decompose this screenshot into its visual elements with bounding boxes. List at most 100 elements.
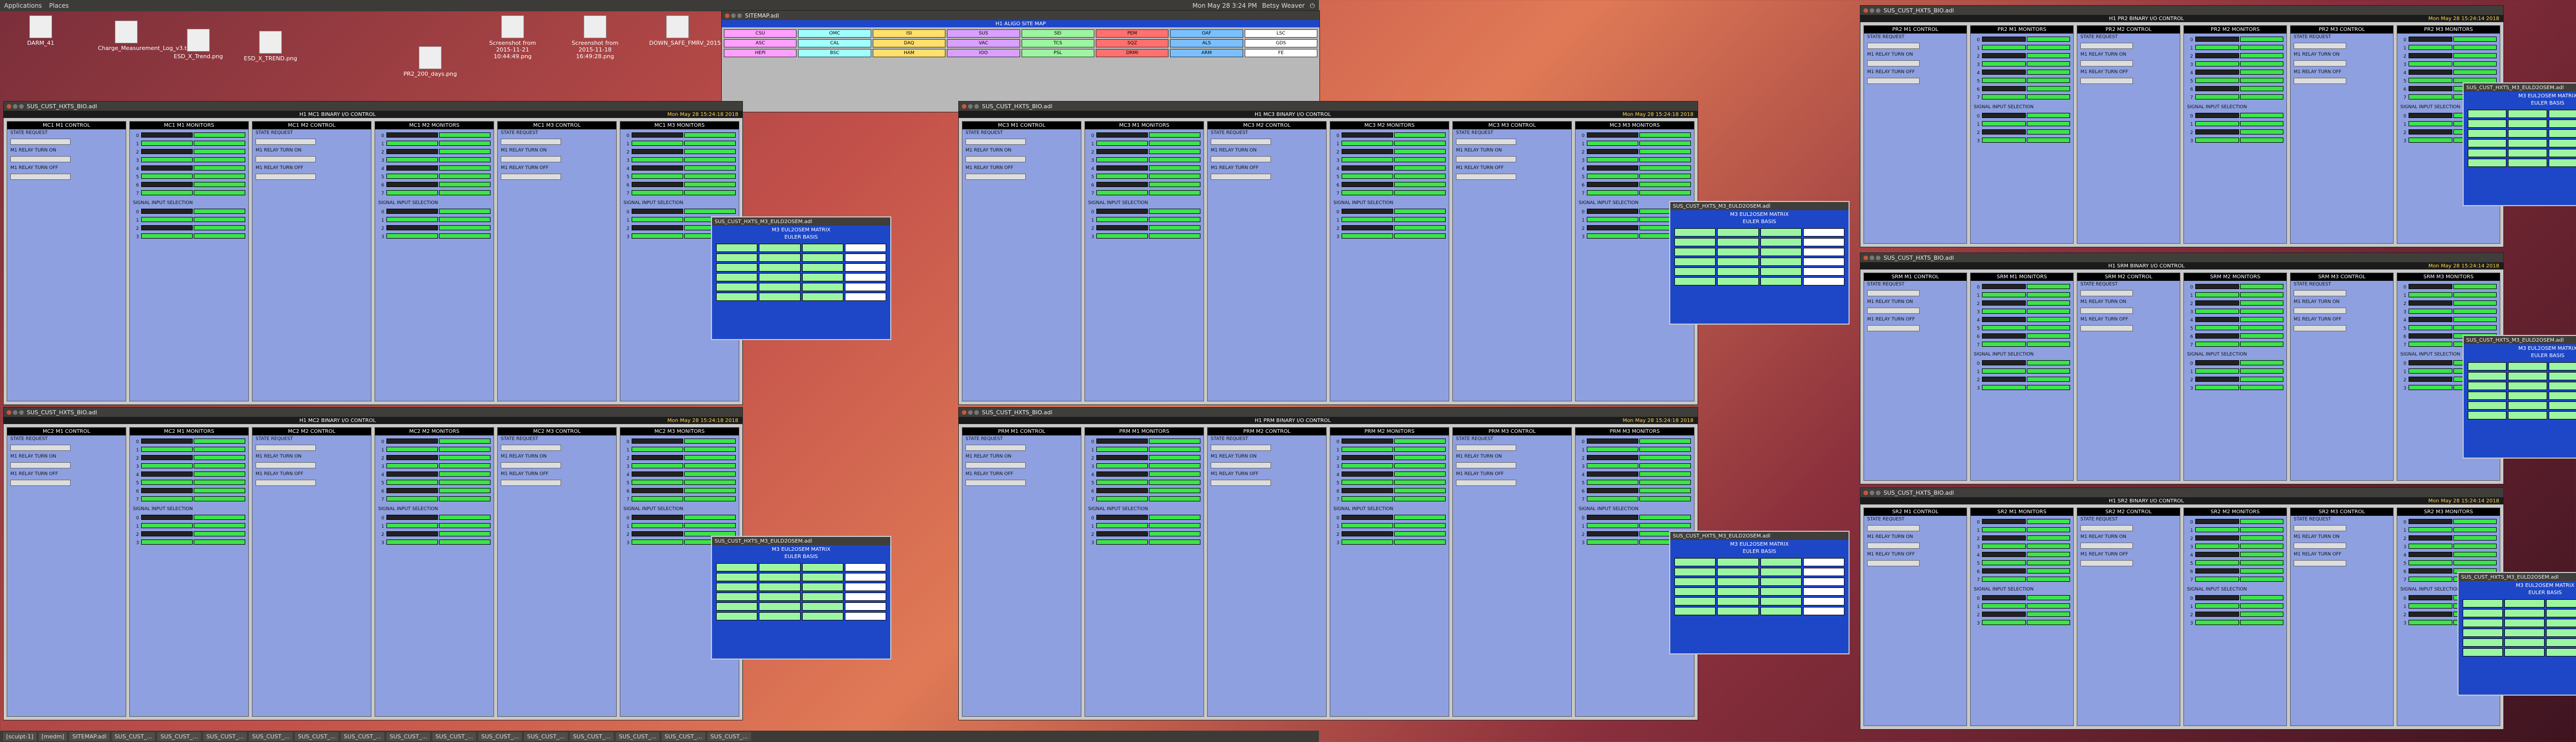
state-request-field[interactable] bbox=[10, 445, 71, 451]
state-request-field[interactable] bbox=[1867, 525, 1920, 531]
matrix-cell[interactable] bbox=[2468, 372, 2507, 380]
matrix-cell[interactable] bbox=[1674, 277, 1716, 285]
window-controls[interactable] bbox=[1863, 490, 1880, 495]
matrix-cell[interactable] bbox=[2546, 609, 2576, 617]
matrix-cell[interactable] bbox=[2508, 149, 2547, 157]
matrix-cell[interactable] bbox=[844, 244, 886, 252]
relay-on-button[interactable] bbox=[256, 462, 316, 468]
matrix-cell[interactable] bbox=[802, 283, 843, 291]
relay-on-button[interactable] bbox=[1867, 308, 1920, 314]
matrix-cell[interactable] bbox=[2508, 401, 2547, 410]
taskbar-item[interactable]: [sculpt-1] bbox=[3, 732, 37, 741]
eul2osem-matrix-window[interactable]: SUS_CUST_HXTS_M3_EULD2OSEM.adl M3 EUL2OSE… bbox=[2463, 335, 2576, 459]
matrix-cell[interactable] bbox=[1674, 267, 1716, 276]
matrix-cell[interactable] bbox=[1760, 597, 1802, 605]
matrix-cell[interactable] bbox=[1803, 277, 1844, 285]
sitemap-button[interactable]: TCS bbox=[1021, 39, 1094, 47]
matrix-cell[interactable] bbox=[2548, 120, 2576, 128]
matrix-cell[interactable] bbox=[2468, 149, 2507, 157]
desktop-icon[interactable]: DARM_41 bbox=[12, 15, 69, 46]
matrix-cell[interactable] bbox=[2504, 629, 2545, 637]
matrix-cell[interactable] bbox=[844, 254, 886, 262]
matrix-cell[interactable] bbox=[2468, 382, 2507, 390]
taskbar-item[interactable]: SUS_CUST_... bbox=[478, 732, 522, 741]
relay-off-button[interactable] bbox=[965, 174, 1026, 180]
matrix-cell[interactable] bbox=[759, 263, 801, 272]
sitemap-button[interactable]: SEI bbox=[1021, 29, 1094, 38]
relay-on-button[interactable] bbox=[1456, 462, 1516, 468]
sitemap-button[interactable]: VAC bbox=[947, 39, 1020, 47]
taskbar-item[interactable]: SITEMAP.adl bbox=[69, 732, 110, 741]
sitemap-button[interactable]: OMC bbox=[798, 29, 871, 38]
matrix-cell[interactable] bbox=[844, 602, 886, 611]
relay-off-button[interactable] bbox=[1867, 78, 1920, 84]
matrix-cell[interactable] bbox=[716, 563, 758, 571]
matrix-cell[interactable] bbox=[759, 273, 801, 281]
matrix-cell[interactable] bbox=[2546, 619, 2576, 627]
relay-off-button[interactable] bbox=[10, 480, 71, 486]
desktop-icon[interactable]: Screenshot from 2015-11-21 10:44:49.png bbox=[484, 15, 541, 60]
clock[interactable]: Mon May 28 3:24 PM bbox=[1193, 2, 1257, 9]
relay-off-button[interactable] bbox=[10, 174, 71, 180]
eul2osem-matrix-window[interactable]: SUS_CUST_HXTS_M3_EULD2OSEM.adl M3 EUL2OSE… bbox=[2458, 572, 2576, 696]
matrix-cell[interactable] bbox=[1674, 578, 1716, 586]
taskbar-item[interactable]: SUS_CUST_... bbox=[295, 732, 339, 741]
taskbar-item[interactable]: SUS_CUST_... bbox=[707, 732, 751, 741]
state-request-field[interactable] bbox=[1867, 43, 1920, 49]
matrix-cell[interactable] bbox=[802, 244, 843, 252]
matrix-cell[interactable] bbox=[844, 263, 886, 272]
matrix-cell[interactable] bbox=[2546, 648, 2576, 656]
matrix-cell[interactable] bbox=[2468, 139, 2507, 147]
matrix-cell[interactable] bbox=[2508, 411, 2547, 419]
state-request-field[interactable] bbox=[501, 445, 561, 451]
binary-io-window[interactable]: SUS_CUST_HXTS_BIO.adl H1 PRM BINARY I/O C… bbox=[958, 407, 1698, 720]
matrix-cell[interactable] bbox=[802, 273, 843, 281]
matrix-cell[interactable] bbox=[2504, 648, 2545, 656]
sitemap-button[interactable]: CAL bbox=[798, 39, 871, 47]
relay-on-button[interactable] bbox=[2294, 308, 2346, 314]
desktop-icon[interactable]: Screenshot from 2015-11-18 16:49:28.png bbox=[567, 15, 623, 60]
relay-off-button[interactable] bbox=[1867, 325, 1920, 331]
matrix-cell[interactable] bbox=[2468, 411, 2507, 419]
relay-off-button[interactable] bbox=[256, 174, 316, 180]
taskbar-item[interactable]: SUS_CUST_... bbox=[432, 732, 477, 741]
power-icon[interactable]: ⏻ bbox=[1310, 2, 1315, 10]
matrix-cell[interactable] bbox=[802, 563, 843, 571]
relay-on-button[interactable] bbox=[965, 156, 1026, 162]
relay-off-button[interactable] bbox=[1867, 560, 1920, 566]
matrix-cell[interactable] bbox=[716, 602, 758, 611]
relay-on-button[interactable] bbox=[10, 462, 71, 468]
sitemap-button[interactable]: ASC bbox=[724, 39, 797, 47]
matrix-cell[interactable] bbox=[844, 563, 886, 571]
matrix-cell[interactable] bbox=[2548, 372, 2576, 380]
taskbar-item[interactable]: SUS_CUST_... bbox=[157, 732, 201, 741]
relay-on-button[interactable] bbox=[1867, 60, 1920, 66]
relay-on-button[interactable] bbox=[2080, 60, 2133, 66]
matrix-cell[interactable] bbox=[1674, 248, 1716, 256]
matrix-cell[interactable] bbox=[1760, 248, 1802, 256]
state-request-field[interactable] bbox=[1867, 290, 1920, 296]
matrix-cell[interactable] bbox=[1760, 267, 1802, 276]
matrix-cell[interactable] bbox=[1717, 607, 1759, 615]
matrix-cell[interactable] bbox=[802, 593, 843, 601]
matrix-cell[interactable] bbox=[1803, 587, 1844, 596]
relay-on-button[interactable] bbox=[2080, 308, 2133, 314]
sitemap-button[interactable]: DAQ bbox=[872, 39, 946, 47]
matrix-cell[interactable] bbox=[759, 602, 801, 611]
matrix-cell[interactable] bbox=[759, 244, 801, 252]
sitemap-button[interactable]: FE bbox=[1244, 49, 1317, 57]
relay-off-button[interactable] bbox=[2294, 325, 2346, 331]
state-request-field[interactable] bbox=[256, 139, 316, 145]
sitemap-button[interactable]: ISI bbox=[872, 29, 946, 38]
matrix-cell[interactable] bbox=[1803, 228, 1844, 237]
taskbar-item[interactable]: SUS_CUST_... bbox=[249, 732, 293, 741]
matrix-cell[interactable] bbox=[2468, 159, 2507, 167]
matrix-cell[interactable] bbox=[2508, 392, 2547, 400]
matrix-cell[interactable] bbox=[2548, 149, 2576, 157]
matrix-cell[interactable] bbox=[2548, 159, 2576, 167]
relay-on-button[interactable] bbox=[501, 156, 561, 162]
matrix-cell[interactable] bbox=[1674, 238, 1716, 246]
matrix-cell[interactable] bbox=[802, 583, 843, 591]
matrix-cell[interactable] bbox=[802, 612, 843, 620]
matrix-cell[interactable] bbox=[716, 244, 758, 252]
